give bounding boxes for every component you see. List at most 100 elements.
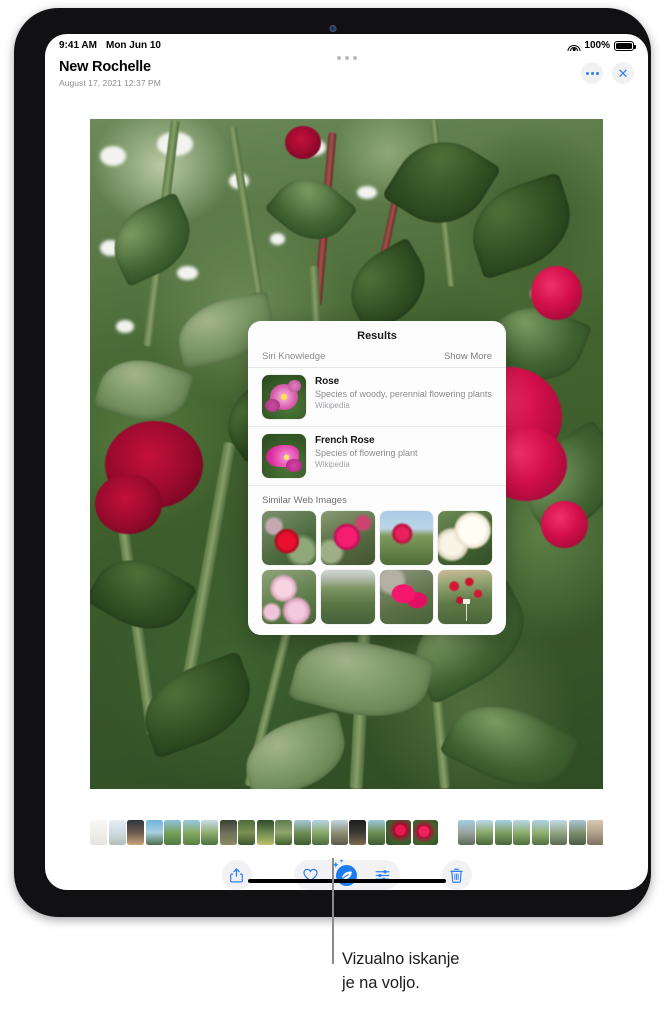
siri-knowledge-section-header: Siri Knowledge Show More [248, 351, 506, 368]
rose-garden-sky[interactable] [379, 511, 434, 565]
filmstrip-thumb[interactable] [531, 819, 549, 845]
sky-gap [115, 320, 134, 334]
result-source: Wikipedia [315, 460, 350, 470]
ipad-device-frame: 9:41 AM Mon Jun 10 100% New Rochelle Aug… [14, 8, 651, 917]
share-icon [230, 867, 243, 882]
knowledge-result-text: French Rose Species of flowering plant W… [315, 434, 418, 478]
trash-icon [450, 868, 463, 883]
delete-button[interactable] [441, 860, 472, 890]
close-icon: ✕ [617, 65, 629, 81]
filmstrip-thumb-selected[interactable] [386, 819, 411, 845]
filmstrip-thumb[interactable] [219, 819, 237, 845]
magenta-rose-thumbnail [262, 434, 306, 478]
visual-lookup-results-panel: Results Siri Knowledge Show More Rose Sp… [248, 321, 506, 635]
filmstrip-thumb[interactable] [108, 819, 126, 845]
section-label: Siri Knowledge [262, 351, 326, 362]
page-title: New Rochelle [59, 59, 151, 75]
similar-web-images-label: Similar Web Images [262, 495, 347, 506]
ipad-screen: 9:41 AM Mon Jun 10 100% New Rochelle Aug… [45, 34, 648, 890]
filmstrip-thumb[interactable] [457, 819, 475, 845]
photo-header: New Rochelle August 17, 2021 12:37 PM ✕ [45, 57, 648, 102]
sky-gap [269, 232, 285, 245]
header-actions: ✕ [581, 62, 634, 84]
pink-rose-cluster[interactable] [320, 511, 375, 565]
filmstrip-thumb-current[interactable] [412, 819, 438, 845]
filmstrip-thumb[interactable] [201, 819, 218, 845]
result-source: Wikipedia [315, 401, 350, 411]
share-button-inner[interactable] [224, 862, 250, 888]
result-description: Species of flowering plant [315, 447, 418, 458]
wifi-icon [567, 41, 581, 51]
pale-pink-roses[interactable] [262, 569, 316, 624]
rose-bloom [95, 474, 162, 535]
callout-leader-line [332, 858, 334, 964]
results-panel-title: Results [357, 330, 397, 342]
photo-filmstrip[interactable] [90, 819, 603, 845]
filmstrip-thumb[interactable] [145, 819, 163, 845]
status-bar: 9:41 AM Mon Jun 10 100% [45, 34, 648, 57]
magenta-rose-buds[interactable] [379, 569, 434, 624]
red-rose-shrub-sign[interactable] [438, 569, 492, 624]
callout-text: Vizualno iskanje je na voljo. [342, 948, 459, 996]
filmstrip-thumb[interactable] [275, 819, 292, 845]
filmstrip-thumb[interactable] [587, 819, 603, 845]
similar-web-images-grid [248, 511, 506, 624]
red-rose-bush[interactable] [262, 511, 316, 565]
filmstrip-thumb[interactable] [182, 819, 200, 845]
delete-button-inner[interactable] [444, 862, 470, 888]
favorite-button[interactable] [298, 862, 324, 888]
rose-bud [284, 125, 321, 160]
rose-bud [531, 266, 583, 320]
sparkle-icon: ✦ [339, 858, 345, 865]
filmstrip-thumb[interactable] [330, 819, 348, 845]
filmstrip-thumb[interactable] [550, 819, 567, 845]
photo-timestamp: August 17, 2021 12:37 PM [59, 78, 161, 88]
filmstrip-thumb[interactable] [256, 819, 274, 845]
petal [285, 458, 302, 472]
white-roses[interactable] [438, 511, 492, 565]
filmstrip-thumb[interactable] [90, 819, 107, 845]
petal [264, 398, 280, 412]
filmstrip-thumb[interactable] [164, 819, 181, 845]
share-button[interactable] [221, 860, 252, 890]
knowledge-result-text: Rose Species of woody, perennial floweri… [315, 375, 492, 419]
filmstrip-thumb[interactable] [513, 819, 530, 845]
battery-full-icon [614, 40, 637, 51]
result-title: Rose [315, 376, 340, 387]
filmstrip-thumb[interactable] [238, 819, 255, 845]
filmstrip-thumb[interactable] [568, 819, 586, 845]
status-date: Mon Jun 10 [105, 40, 161, 51]
filmstrip-thumb[interactable] [349, 819, 366, 845]
filmstrip-thumb[interactable] [439, 820, 456, 845]
battery-percent-label: 100% [584, 40, 610, 51]
knowledge-result-row[interactable]: Rose Species of woody, perennial floweri… [248, 368, 506, 427]
filmstrip-thumb[interactable] [293, 819, 311, 845]
result-title: French Rose [315, 435, 375, 446]
filmstrip-thumb[interactable] [476, 819, 493, 845]
show-more-button[interactable]: Show More [444, 351, 492, 362]
knowledge-result-row[interactable]: French Rose Species of flowering plant W… [248, 427, 506, 486]
home-indicator[interactable] [247, 879, 446, 883]
front-camera-icon [329, 25, 336, 32]
rose-bud [541, 500, 588, 548]
rose-bush-photo[interactable]: Results Siri Knowledge Show More Rose Sp… [90, 119, 603, 789]
petal [287, 380, 301, 392]
more-options-icon [585, 71, 599, 75]
photo-toolbar: ✦ ✦ [45, 854, 648, 890]
callout-line: Vizualno iskanje [342, 950, 460, 968]
filmstrip-thumb[interactable] [312, 819, 329, 845]
visual-look-up-button[interactable]: ✦ ✦ [332, 858, 360, 888]
callout-line: je na voljo. [342, 973, 420, 992]
pink-rose-thumbnail [262, 375, 306, 419]
close-button[interactable]: ✕ [612, 62, 634, 84]
rose-hedge-foliage[interactable] [320, 569, 375, 624]
more-options-button[interactable] [581, 62, 603, 84]
filmstrip-thumb[interactable] [494, 819, 512, 845]
filmstrip-thumb[interactable] [367, 819, 385, 845]
filmstrip-thumb[interactable] [127, 819, 144, 845]
sky-gap [177, 266, 198, 280]
result-description: Species of woody, perennial flowering pl… [315, 388, 492, 399]
photo-actions-group: ✦ ✦ [293, 858, 400, 890]
adjust-button[interactable] [370, 862, 396, 888]
sky-gap [100, 145, 126, 166]
